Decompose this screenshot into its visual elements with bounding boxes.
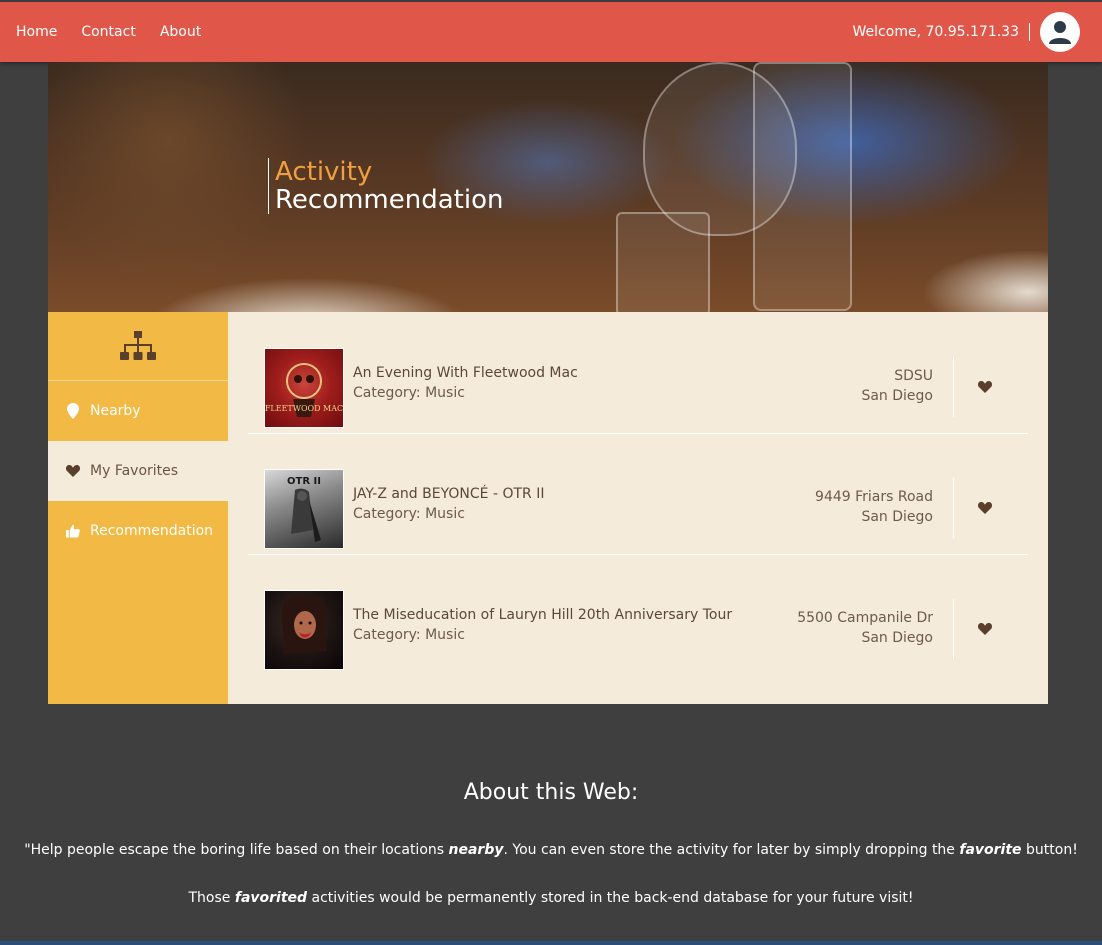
event-address-city: San Diego [861,509,933,525]
tall-glass-image [753,62,852,311]
nav-links: Home Contact About [16,2,201,62]
activity-row[interactable]: The Miseducation of Lauryn Hill 20th Ann… [248,554,1028,675]
about-text: Those [188,890,235,906]
main-panel: Nearby My Favorites Recommendation FLEET… [48,312,1048,704]
event-address: SDSU San Diego [861,366,933,406]
about-text: . You can even store the activity for la… [503,842,960,858]
activity-list: FLEETWOOD MAC An Evening With Fleetwood … [228,312,1048,704]
hero-banner: Activity Recommendation [48,62,1048,312]
nav-home-link[interactable]: Home [16,24,57,40]
about-title: About this Web: [463,780,639,805]
sidebar-item-nearby[interactable]: Nearby [48,381,228,441]
map-marker-icon [66,403,80,419]
event-address: 5500 Campanile Dr San Diego [797,608,933,648]
sidebar-item-label: Nearby [90,403,141,419]
bottom-border [0,941,1102,945]
nav-user-area: Welcome, 70.95.171.33 [853,2,1080,62]
sitemap-icon [120,331,156,360]
event-address-city: San Diego [861,630,933,646]
event-name[interactable]: An Evening With Fleetwood Mac [353,363,578,383]
favorite-heart-icon[interactable] [976,499,994,517]
welcome-text: Welcome, 70.95.171.33 [853,23,1030,41]
lauryn-hill-poster-art [281,594,327,653]
event-address-line1: 9449 Friars Road [815,489,933,505]
divider [953,478,954,538]
svg-text:FLEETWOOD MAC: FLEETWOOD MAC [265,404,343,413]
sidebar-item-recommendation[interactable]: Recommendation [48,501,228,561]
event-thumbnail[interactable] [264,590,344,670]
otr-poster-art: OTR II [287,476,321,542]
about-emphasis-favorite: favorite [959,842,1022,858]
event-name[interactable]: The Miseducation of Lauryn Hill 20th Ann… [353,605,732,625]
divider [953,357,954,417]
favorite-heart-icon[interactable] [976,378,994,396]
event-info: The Miseducation of Lauryn Hill 20th Ann… [353,605,732,645]
svg-text:OTR II: OTR II [287,476,321,487]
banner-title: Activity Recommendation [268,158,503,214]
user-avatar-icon[interactable] [1040,12,1080,52]
sidebar-header [48,312,228,381]
event-info: JAY-Z and BEYONCÉ - OTR II Category: Mus… [353,484,544,524]
banner-title-activity: Activity [275,157,373,187]
activity-row[interactable]: FLEETWOOD MAC An Evening With Fleetwood … [248,312,1028,434]
sidebar-item-label: My Favorites [90,463,179,479]
banner-title-recommendation: Recommendation [275,185,504,215]
about-text: activities would be permanently stored i… [307,890,914,906]
activity-row[interactable]: OTR II JAY-Z and BEYONCÉ - OTR II Catego… [248,433,1028,555]
event-name[interactable]: JAY-Z and BEYONCÉ - OTR II [353,484,544,504]
fleetwood-poster-art: FLEETWOOD MAC [265,363,343,417]
about-text: "Help people escape the boring life base… [24,842,449,858]
divider [953,599,954,659]
sidebar: Nearby My Favorites Recommendation [48,312,228,704]
event-category: Category: Music [353,627,465,643]
about-emphasis-nearby: nearby [448,842,504,858]
event-category: Category: Music [353,385,465,401]
heart-icon [66,465,80,477]
about-emphasis-favorited: favorited [234,890,308,906]
top-navbar: Home Contact About Welcome, 70.95.171.33 [0,2,1102,62]
about-paragraph-2: Those favorited activities would be perm… [0,890,1102,906]
nav-contact-link[interactable]: Contact [81,24,135,40]
event-address-line1: 5500 Campanile Dr [797,610,933,626]
event-category: Category: Music [353,506,465,522]
event-address: 9449 Friars Road San Diego [815,487,933,527]
thumbs-up-icon [66,524,80,538]
sidebar-item-my-favorites[interactable]: My Favorites [48,441,228,501]
glass-image [616,212,710,312]
event-thumbnail[interactable]: FLEETWOOD MAC [264,348,344,428]
favorite-heart-icon[interactable] [976,620,994,638]
about-text: button! [1021,842,1078,858]
sidebar-item-label: Recommendation [90,523,214,539]
event-thumbnail[interactable]: OTR II [264,469,344,549]
event-info: An Evening With Fleetwood Mac Category: … [353,363,578,403]
nav-about-link[interactable]: About [160,24,201,40]
event-address-city: San Diego [861,388,933,404]
about-paragraph-1: "Help people escape the boring life base… [0,842,1102,858]
event-address-line1: SDSU [894,368,933,384]
about-section: About this Web: "Help people escape the … [0,780,1102,906]
